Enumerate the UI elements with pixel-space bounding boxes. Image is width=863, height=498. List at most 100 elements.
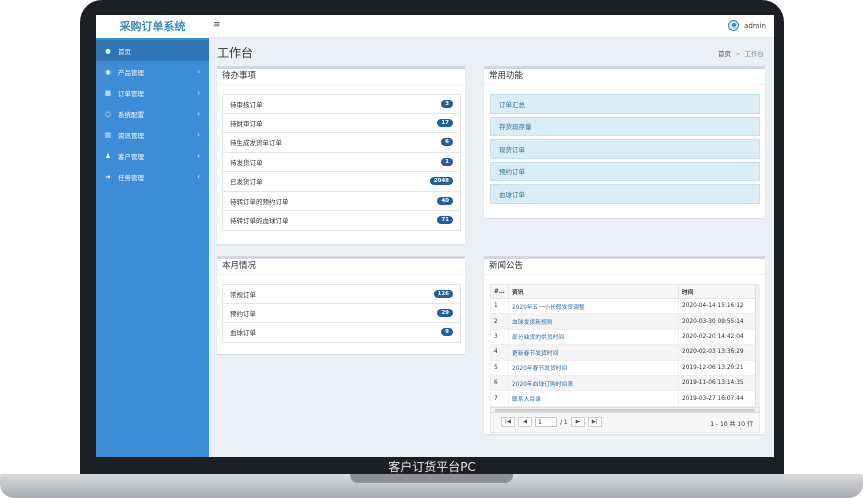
count-badge: 9 — [441, 328, 453, 337]
function-shortcut[interactable]: 预约订单 — [490, 161, 760, 181]
pager-info: 1 - 10 共 10 行 — [710, 420, 753, 428]
news-title: 新闻公告 — [484, 259, 765, 275]
todo-item[interactable]: 待生成发货单订单 6 — [222, 133, 461, 153]
breadcrumb: 首页 > 工作台 — [718, 48, 764, 58]
page-title: 工作台 — [217, 46, 254, 60]
column-header-time[interactable]: 时间 — [678, 284, 760, 299]
count-badge: 6 — [441, 138, 453, 147]
news-title-link[interactable]: 部分缺货的供货时间 — [508, 329, 679, 346]
sidebar-item-5[interactable]: ♟ 客户管理 ‹ — [96, 145, 209, 166]
news-title-link[interactable]: 2020年五一小长假发货调整 — [508, 298, 679, 315]
app-screen: 采购订单系统 ≡ admin ● 首页 ◉ 产品管理 ‹ ▦ 订单管理 ‹ ○ 系统配置 ‹ ▤ 资讯管… — [96, 15, 774, 457]
todo-item[interactable]: 待转订单的血球订单 71 — [222, 211, 461, 231]
column-header-title[interactable]: 资讯 — [508, 284, 679, 299]
prev-page-icon[interactable]: ◀ — [518, 417, 532, 428]
month-panel: 本月情况 常规订单 126 预约订单 29 血球订单 9 — [217, 256, 465, 354]
sidebar-item-0[interactable]: ● 首页 — [96, 40, 209, 61]
count-badge: 2048 — [429, 177, 453, 186]
todo-item[interactable]: 待财审订单 17 — [222, 113, 461, 133]
chevron-left-icon: ‹ — [197, 172, 200, 181]
todo-item[interactable]: 待审核订单 3 — [222, 94, 461, 114]
sidebar-item-1[interactable]: ◉ 产品管理 ‹ — [96, 61, 209, 82]
main-content: 工作台 首页 > 工作台 待办事项 待审核订单 3 待财审订单 17 待生成发货单订单 6 待发… — [209, 38, 774, 457]
todo-title: 待办事项 — [217, 69, 465, 85]
count-badge: 3 — [441, 99, 453, 108]
sidebar-item-label: 首页 — [118, 47, 131, 56]
news-title-link[interactable]: 血球发货新规则 — [508, 313, 679, 330]
row-number: 6 — [490, 375, 509, 392]
month-item[interactable]: 常规订单 126 — [222, 284, 461, 304]
todo-item-label: 待发货订单 — [230, 158, 263, 167]
device-caption: 客户订货平台PC — [388, 460, 476, 474]
signin-icon: ➜ — [105, 172, 111, 181]
sidebar-item-3[interactable]: ○ 系统配置 ‹ — [96, 103, 209, 124]
month-item-label: 常规订单 — [230, 290, 256, 299]
circle-icon: ○ — [105, 109, 111, 118]
app-logo[interactable]: 采购订单系统 — [96, 15, 209, 38]
table-row[interactable]: 2 血球发货新规则 2020-03-30 09:55:14 — [490, 313, 760, 330]
row-number: 1 — [490, 298, 509, 315]
column-header-no[interactable]: #… — [490, 284, 509, 299]
count-badge: 126 — [433, 289, 453, 298]
function-shortcut[interactable]: 血球订单 — [490, 184, 760, 204]
row-number: 3 — [490, 329, 509, 346]
todo-item[interactable]: 待发货订单 1 — [222, 152, 461, 172]
calendar-icon: ▦ — [104, 88, 112, 97]
chevron-left-icon: ‹ — [197, 151, 200, 160]
count-badge: 17 — [437, 118, 453, 127]
todo-item-label: 待转订单的血球订单 — [230, 217, 289, 226]
function-shortcut[interactable]: 订单汇总 — [490, 94, 760, 114]
news-title-link[interactable]: 2020年血球订购时间表 — [508, 375, 679, 392]
todo-item[interactable]: 待转订单的预约订单 40 — [222, 191, 461, 211]
sidebar-item-6[interactable]: ➜ 任务管理 ‹ — [96, 166, 209, 187]
todo-item-label: 待审核订单 — [230, 100, 263, 109]
sidebar: ● 首页 ◉ 产品管理 ‹ ▦ 订单管理 ‹ ○ 系统配置 ‹ ▤ 资讯管理 ‹ ♟ 客户管理 ‹ ➜ 任务管理 ‹ — [96, 38, 209, 457]
month-item[interactable]: 血球订单 9 — [222, 323, 461, 343]
scroll-thumb[interactable] — [495, 408, 755, 412]
sidebar-item-label: 订单管理 — [118, 89, 144, 98]
menu-toggle-icon[interactable]: ≡ — [213, 20, 221, 30]
function-shortcut[interactable]: 存货现存量 — [490, 116, 760, 136]
table-row[interactable]: 4 更新春节发货时间 2020-02-03 13:36:29 — [490, 344, 760, 361]
todo-item-label: 待转订单的预约订单 — [230, 197, 289, 206]
page-total: / 1 — [560, 418, 568, 426]
breadcrumb-separator: > — [735, 50, 741, 58]
functions-title: 常用功能 — [484, 69, 765, 85]
users-icon: ♟ — [105, 151, 111, 160]
user-menu[interactable]: admin — [728, 20, 766, 31]
news-panel: 新闻公告 #… 资讯 时间 1 2020年五一小长假发货调整 2020-04-1… — [484, 256, 765, 434]
breadcrumb-home[interactable]: 首页 — [718, 50, 731, 58]
news-title-link[interactable]: 更新春节发货时间 — [508, 344, 679, 361]
todo-item[interactable]: 已发货订单 2048 — [222, 172, 461, 192]
table-row[interactable]: 7 联系人目录 2019-03-27 16:07:44 — [490, 390, 760, 407]
news-title-link[interactable]: 2020年春节发货时间 — [508, 360, 679, 376]
table-row[interactable]: 3 部分缺货的供货时间 2020-02-20 14:42:04 — [490, 329, 760, 346]
news-time: 2019-12-06 13:20:21 — [678, 360, 760, 376]
first-page-icon[interactable]: |◀ — [501, 417, 515, 428]
chevron-left-icon: ‹ — [197, 67, 200, 76]
function-shortcut[interactable]: 现货订单 — [490, 139, 760, 159]
news-table: #… 资讯 时间 1 2020年五一小长假发货调整 2020-04-14 15:16… — [490, 284, 760, 407]
next-page-icon[interactable]: ▶ — [570, 417, 585, 428]
sidebar-item-label: 产品管理 — [118, 68, 144, 77]
row-number: 2 — [490, 313, 509, 330]
todo-item-label: 已发货订单 — [230, 178, 263, 187]
table-row[interactable]: 5 2020年春节发货时间 2019-12-06 13:20:21 — [490, 360, 760, 376]
vertical-scrollbar[interactable] — [755, 284, 760, 406]
month-item[interactable]: 预约订单 29 — [222, 303, 461, 323]
sidebar-item-4[interactable]: ▤ 资讯管理 ‹ — [96, 124, 209, 145]
breadcrumb-current: 工作台 — [744, 50, 765, 58]
sidebar-item-label: 系统配置 — [118, 110, 144, 119]
sidebar-item-2[interactable]: ▦ 订单管理 ‹ — [96, 82, 209, 103]
page-number-input[interactable]: 1 — [535, 417, 557, 428]
news-grid: #… 资讯 时间 1 2020年五一小长假发货调整 2020-04-14 15:16… — [490, 284, 760, 433]
news-time: 2020-02-20 14:42:04 — [678, 329, 760, 346]
last-page-icon[interactable]: ▶| — [587, 417, 602, 428]
table-row[interactable]: 1 2020年五一小长假发货调整 2020-04-14 15:16:12 — [490, 298, 760, 315]
news-time: 2020-04-14 15:16:12 — [678, 298, 760, 315]
table-row[interactable]: 6 2020年血球订购时间表 2019-11-06 13:14:35 — [490, 375, 760, 392]
product-icon: ◉ — [105, 67, 111, 76]
news-title-link[interactable]: 联系人目录 — [508, 390, 679, 407]
username: admin — [744, 21, 766, 30]
news-time: 2020-03-30 09:55:14 — [678, 313, 760, 330]
